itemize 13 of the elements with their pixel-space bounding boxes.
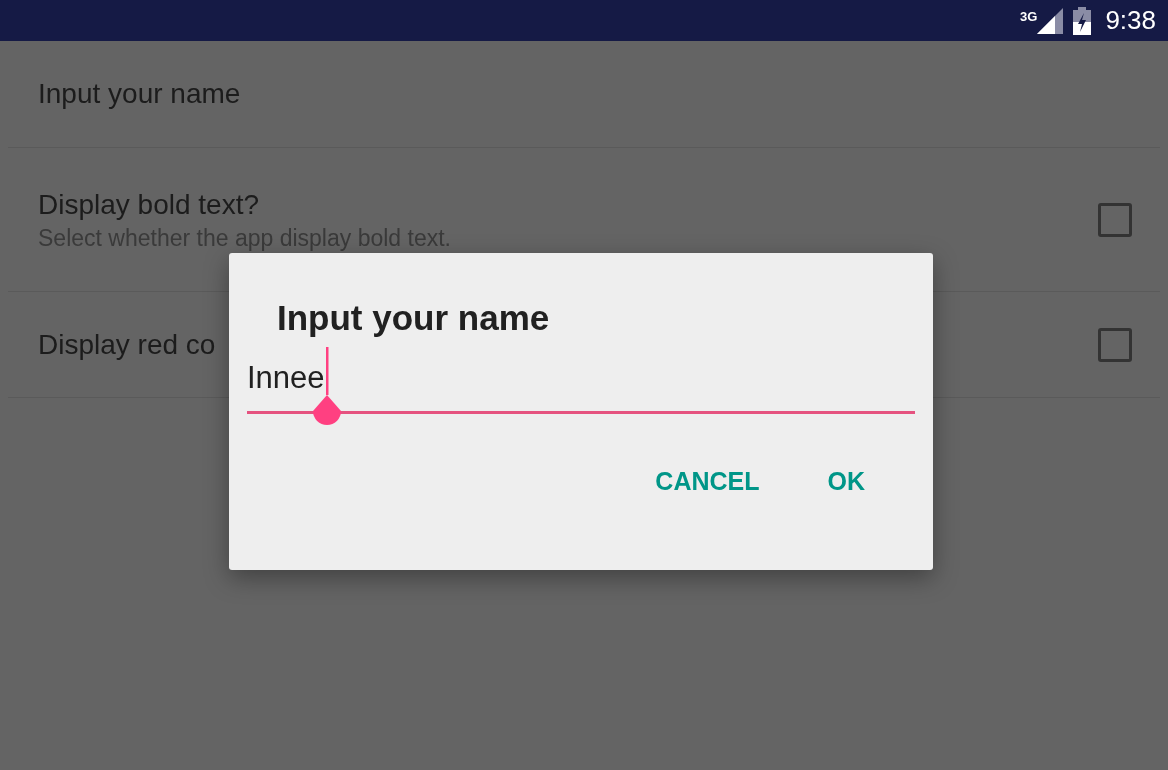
preference-title: Input your name	[38, 77, 242, 111]
dialog-button[interactable]: OK	[799, 455, 893, 509]
preference-title: Display bold text?	[38, 187, 260, 222]
checkbox[interactable]	[1098, 202, 1132, 237]
checkbox[interactable]	[1098, 327, 1132, 362]
clock: 9:38	[1105, 4, 1156, 37]
dialog-title: Input your name	[277, 297, 550, 339]
signal-icon	[1037, 7, 1064, 34]
preference-title: Display red co	[38, 327, 217, 362]
network-label: 3G	[1020, 9, 1038, 23]
battery-icon	[1073, 6, 1092, 35]
text-field[interactable]: Innee	[247, 345, 915, 443]
dialog-button[interactable]: CANCEL	[627, 455, 788, 509]
